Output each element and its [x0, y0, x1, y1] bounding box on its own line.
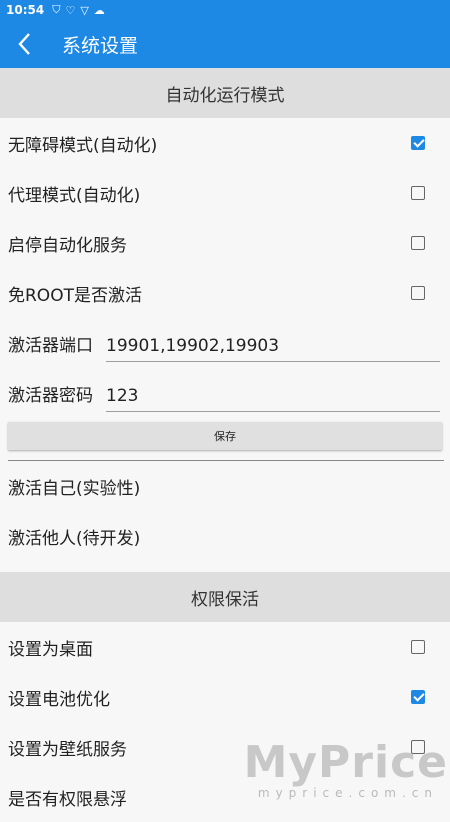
heart-shield-icon: ♡	[65, 3, 76, 17]
settings-content: 自动化运行模式 无障碍模式(自动化) 代理模式(自动化) 启停自动化服务 免RO…	[0, 68, 450, 822]
option-label: 设置为桌面	[8, 639, 93, 660]
status-time: 10:54	[6, 3, 45, 17]
app-bar: 系统设置	[0, 20, 450, 68]
cloud-icon: ☁	[93, 3, 105, 17]
set-desktop-checkbox[interactable]	[411, 640, 425, 654]
shield-icon: ⛉	[52, 3, 61, 16]
option-proxy-mode[interactable]: 代理模式(自动化)	[0, 168, 450, 218]
option-label: 无障碍模式(自动化)	[8, 135, 158, 156]
accessibility-checkbox[interactable]	[411, 136, 425, 150]
section-header-keepalive: 权限保活	[0, 572, 450, 622]
port-row: 激活器端口	[0, 318, 450, 368]
section-header-automation: 自动化运行模式	[0, 68, 450, 118]
page-title: 系统设置	[62, 34, 139, 57]
password-label: 激活器密码	[8, 385, 93, 406]
port-input[interactable]	[106, 330, 440, 362]
option-label: 代理模式(自动化)	[8, 185, 141, 206]
option-label: 设置电池优化	[8, 689, 110, 710]
option-set-desktop[interactable]: 设置为桌面	[0, 622, 450, 672]
option-label: 免ROOT是否激活	[8, 285, 142, 306]
password-row: 激活器密码	[0, 368, 450, 418]
activate-self-item[interactable]: 激活自己(实验性)	[0, 461, 450, 511]
back-button[interactable]	[0, 20, 50, 68]
option-label: 设置为壁纸服务	[8, 739, 127, 760]
port-label: 激活器端口	[8, 335, 93, 356]
activate-self-label: 激活自己(实验性)	[8, 478, 141, 499]
option-automation-service[interactable]: 启停自动化服务	[0, 218, 450, 268]
activate-others-item[interactable]: 激活他人(待开发)	[0, 511, 450, 561]
option-label: 是否有权限悬浮	[8, 789, 127, 810]
root-free-checkbox[interactable]	[411, 286, 425, 300]
option-wallpaper-service[interactable]: 设置为壁纸服务	[0, 722, 450, 772]
option-accessibility-mode[interactable]: 无障碍模式(自动化)	[0, 118, 450, 168]
wallpaper-service-checkbox[interactable]	[411, 740, 425, 754]
status-bar: 10:54 ⛉ ♡ ▽ ☁	[0, 0, 450, 20]
option-root-free-activated[interactable]: 免ROOT是否激活	[0, 268, 450, 318]
v-shield-icon: ▽	[80, 3, 89, 17]
option-overlay-permission[interactable]: 是否有权限悬浮	[0, 772, 450, 822]
automation-service-checkbox[interactable]	[411, 236, 425, 250]
save-button[interactable]: 保存	[8, 422, 442, 450]
password-input[interactable]	[106, 380, 440, 412]
activate-others-label: 激活他人(待开发)	[8, 528, 141, 549]
option-battery-optimization[interactable]: 设置电池优化	[0, 672, 450, 722]
proxy-checkbox[interactable]	[411, 186, 425, 200]
battery-optimization-checkbox[interactable]	[411, 690, 425, 704]
option-label: 启停自动化服务	[8, 235, 127, 256]
save-wrap: 保存	[0, 418, 450, 454]
chevron-left-icon	[18, 33, 30, 55]
